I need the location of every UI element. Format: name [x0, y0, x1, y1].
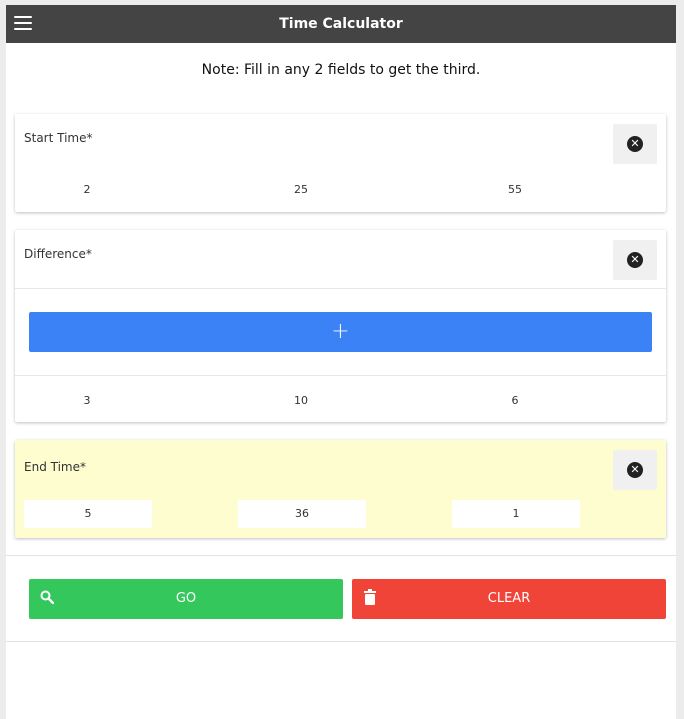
difference-label: Difference*: [24, 247, 92, 261]
page-title: Time Calculator: [279, 16, 403, 32]
clear-button-label: CLEAR: [487, 591, 531, 606]
difference-card: Difference* ✕ + 3 10 6: [15, 230, 666, 422]
start-time-card: Start Time* ✕ 2 25 55: [15, 114, 666, 212]
end-time-label: End Time*: [24, 460, 86, 474]
clear-end-time-button[interactable]: ✕: [613, 450, 657, 490]
difference-minutes[interactable]: 10: [241, 394, 361, 407]
go-button-label: GO: [175, 591, 197, 606]
operator-toggle-button[interactable]: +: [29, 312, 652, 352]
difference-seconds[interactable]: 6: [455, 394, 575, 407]
end-time-card: End Time* ✕ 5 36 1: [15, 440, 666, 538]
start-time-seconds[interactable]: 55: [455, 183, 575, 196]
app-container: Time Calculator Note: Fill in any 2 fiel…: [6, 5, 676, 719]
top-bar: Time Calculator: [6, 5, 676, 43]
divider: [15, 375, 666, 376]
go-button[interactable]: GO: [29, 579, 343, 619]
close-circle-icon: ✕: [627, 252, 643, 268]
clear-start-time-button[interactable]: ✕: [613, 124, 657, 164]
clear-button[interactable]: CLEAR: [352, 579, 666, 619]
end-time-minutes-input[interactable]: 36: [238, 500, 366, 528]
end-time-hours-input[interactable]: 5: [24, 500, 152, 528]
divider: [6, 555, 676, 556]
difference-hours[interactable]: 3: [27, 394, 147, 407]
instruction-note: Note: Fill in any 2 fields to get the th…: [201, 62, 481, 78]
divider: [6, 641, 676, 642]
clear-difference-button[interactable]: ✕: [613, 240, 657, 280]
start-time-minutes[interactable]: 25: [241, 183, 361, 196]
close-circle-icon: ✕: [627, 462, 643, 478]
close-circle-icon: ✕: [627, 136, 643, 152]
start-time-label: Start Time*: [24, 131, 93, 145]
end-time-seconds-input[interactable]: 1: [452, 500, 580, 528]
start-time-hours[interactable]: 2: [27, 183, 147, 196]
divider: [15, 288, 666, 289]
